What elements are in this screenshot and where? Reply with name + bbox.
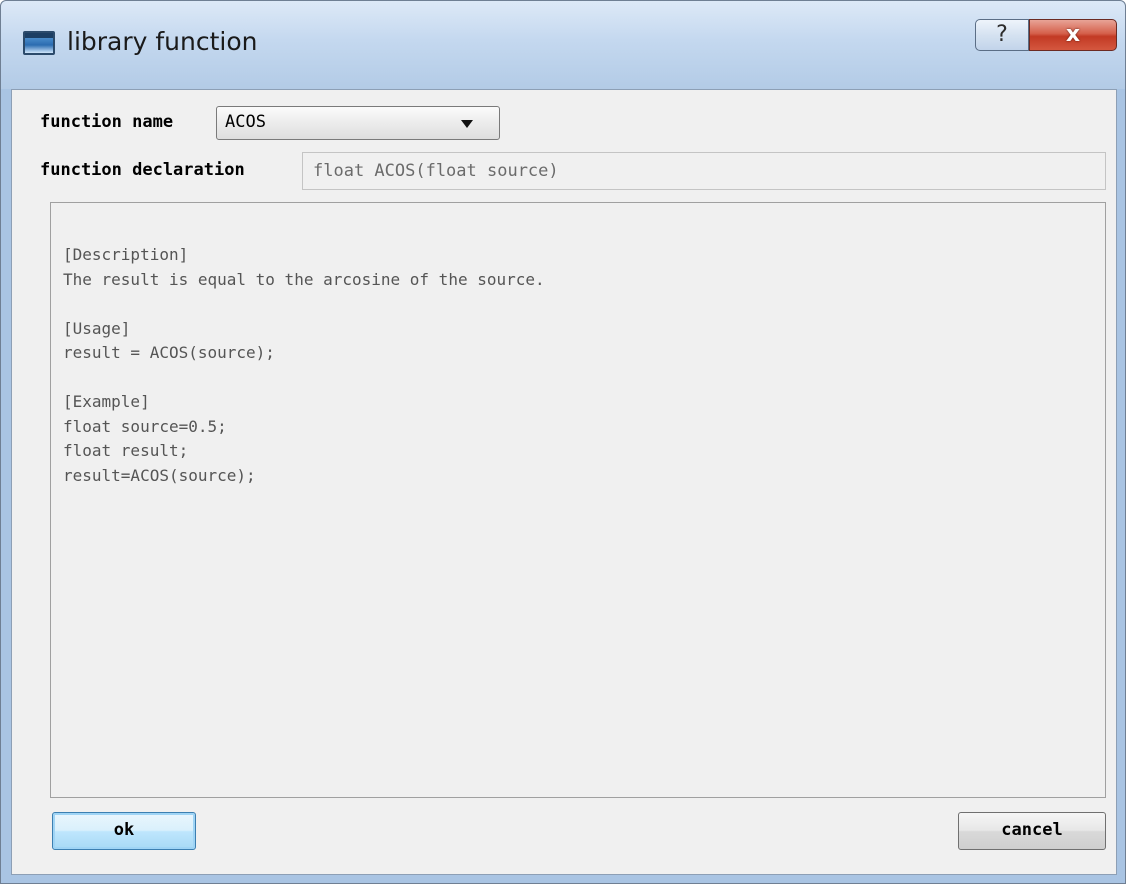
library-function-dialog: library function ? x function name ACOS … <box>0 0 1126 884</box>
window-app-icon <box>23 31 55 55</box>
close-button[interactable]: x <box>1029 19 1117 51</box>
cancel-button[interactable]: cancel <box>958 812 1106 850</box>
title-bar[interactable]: library function ? x <box>1 1 1125 89</box>
function-declaration-label: function declaration <box>40 160 245 180</box>
chevron-down-icon <box>461 120 473 128</box>
close-icon: x <box>1065 22 1081 47</box>
function-declaration-value: float ACOS(float source) <box>313 161 559 181</box>
window-title: library function <box>67 27 258 56</box>
description-textarea[interactable]: [Description] The result is equal to the… <box>50 202 1106 798</box>
description-text: [Description] The result is equal to the… <box>63 245 545 485</box>
help-icon: ? <box>996 22 1008 47</box>
function-name-dropdown[interactable]: ACOS <box>216 106 500 140</box>
ok-button[interactable]: ok <box>52 812 196 850</box>
function-name-value: ACOS <box>225 112 266 132</box>
function-declaration-field[interactable]: float ACOS(float source) <box>302 152 1106 190</box>
function-name-label: function name <box>40 112 174 132</box>
dialog-body: function name ACOS function declaration … <box>11 89 1117 875</box>
help-button[interactable]: ? <box>975 19 1029 51</box>
